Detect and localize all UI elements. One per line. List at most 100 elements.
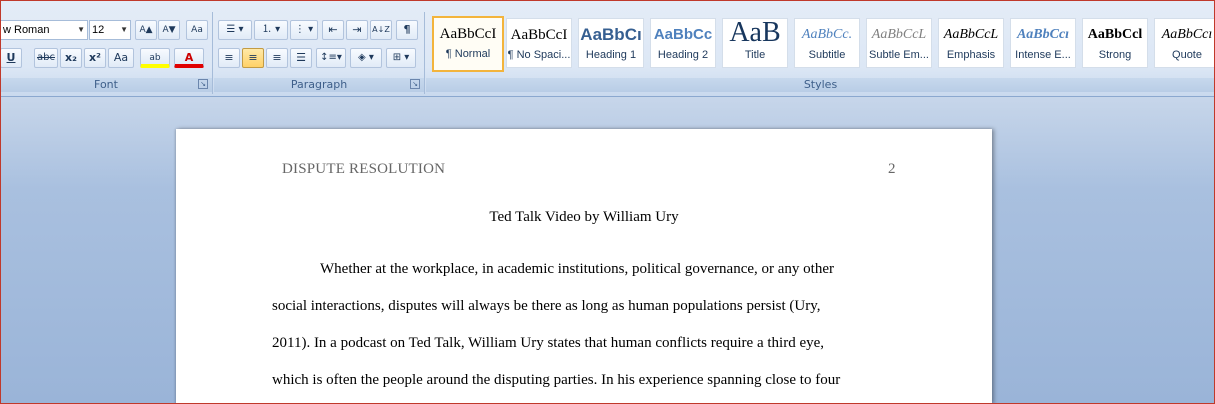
style-name: ¶ Normal — [445, 48, 491, 60]
style-preview: AaBbCcL — [871, 27, 927, 42]
style-preview: AaBbCcı — [1016, 27, 1070, 42]
justify-icon: ☰ — [296, 51, 306, 64]
pilcrow-icon: ¶ — [403, 23, 411, 36]
style-name: Title — [744, 49, 766, 61]
align-right-button[interactable]: ≡ — [266, 48, 288, 68]
superscript-button[interactable]: x² — [84, 48, 106, 68]
paint-bucket-icon: ◈ ▾ — [358, 52, 374, 63]
paragraph-line: which is often the people around the dis… — [272, 372, 841, 388]
sort-button[interactable]: A↓Z — [370, 20, 392, 40]
style-emphasis[interactable]: AaBbCcL Emphasis — [938, 18, 1004, 68]
underline-icon: U — [6, 51, 16, 64]
style-name: Heading 2 — [657, 49, 709, 61]
chevron-down-icon: ▼ — [120, 25, 128, 34]
multilevel-list-button[interactable]: ⋮ ▾ — [290, 20, 318, 40]
font-name-combo[interactable]: w Roman ▼ — [0, 20, 88, 40]
style-subtle-emphasis[interactable]: AaBbCcL Subtle Em... — [866, 18, 932, 68]
style-name: Quote — [1172, 49, 1202, 61]
style-subtitle[interactable]: AaBbCc. Subtitle — [794, 18, 860, 68]
numbering-icon: ⒈ ▾ — [261, 24, 281, 35]
paragraph-line: Whether at the workplace, in academic in… — [320, 261, 834, 277]
styles-group: AaBbCcI ¶ Normal AaBbCcI ¶ No Spaci... A… — [426, 12, 1215, 94]
shading-button[interactable]: ◈ ▾ — [350, 48, 382, 68]
highlighter-icon: ab — [149, 53, 161, 63]
clear-formatting-icon: Aa — [191, 25, 203, 35]
style-name: Heading 1 — [585, 49, 637, 61]
style-preview: AaBbCı — [580, 25, 642, 44]
font-color-button[interactable]: A — [174, 48, 204, 68]
line-spacing-button[interactable]: ↕≡▾ — [316, 48, 346, 68]
style-no-spacing[interactable]: AaBbCcI ¶ No Spaci... — [506, 18, 572, 68]
decrease-indent-icon: ⇤ — [328, 23, 338, 36]
style-preview: AaBbCcL — [943, 27, 999, 42]
paragraph-line: social interactions, disputes will alway… — [272, 298, 821, 314]
grow-font-button[interactable]: A▲ — [135, 20, 157, 40]
strikethrough-button[interactable]: abc — [34, 48, 58, 68]
style-heading-2[interactable]: AaBbCc Heading 2 — [650, 18, 716, 68]
styles-group-label: Styles — [426, 78, 1215, 92]
style-preview: AaBbCcı — [1161, 27, 1213, 42]
dialog-launcher-icon[interactable]: ↘ — [198, 79, 208, 89]
style-name: Emphasis — [946, 49, 996, 61]
clear-formatting-button[interactable]: Aa — [186, 20, 208, 40]
style-preview: AaB — [729, 19, 781, 48]
document-page[interactable]: DISPUTE RESOLUTION 2 Ted Talk Video by W… — [176, 129, 992, 404]
increase-indent-button[interactable]: ⇥ — [346, 20, 368, 40]
style-preview: AaBbCc — [653, 26, 713, 43]
dialog-launcher-icon[interactable]: ↘ — [410, 79, 420, 89]
numbering-button[interactable]: ⒈ ▾ — [254, 20, 288, 40]
style-title[interactable]: AaB Title — [722, 18, 788, 68]
style-intense-emphasis[interactable]: AaBbCcı Intense E... — [1010, 18, 1076, 68]
paragraph-line: 2011). In a podcast on Ted Talk, William… — [272, 335, 825, 351]
style-preview: AaBbCc. — [801, 27, 853, 42]
running-head: DISPUTE RESOLUTION — [282, 161, 446, 177]
align-center-button[interactable]: ≡ — [242, 48, 264, 68]
bullets-button[interactable]: ☰ ▾ — [218, 20, 252, 40]
multilevel-list-icon: ⋮ ▾ — [294, 24, 314, 35]
page-number: 2 — [888, 161, 896, 177]
paragraph-group: ☰ ▾ ⒈ ▾ ⋮ ▾ ⇤ ⇥ A↓Z ¶ ≡ ≡ ≡ ☰ ↕≡▾ ◈ ▾ ⊞ … — [214, 12, 425, 94]
style-name: Subtitle — [808, 49, 846, 61]
style-strong[interactable]: AaBbCcl Strong — [1082, 18, 1148, 68]
font-color-icon: A — [184, 51, 194, 64]
style-heading-1[interactable]: AaBbCı Heading 1 — [578, 18, 644, 68]
style-name: Subtle Em... — [869, 49, 929, 61]
decrease-indent-button[interactable]: ⇤ — [322, 20, 344, 40]
strikethrough-icon: abc — [37, 52, 55, 63]
justify-button[interactable]: ☰ — [290, 48, 312, 68]
sort-icon: A↓Z — [372, 25, 390, 34]
borders-icon: ⊞ ▾ — [392, 52, 410, 63]
ribbon: w Roman ▼ 12 ▼ A▲ A▼ Aa U abc x₂ x² Aa a… — [0, 0, 1215, 97]
document-title: Ted Talk Video by William Ury — [489, 209, 679, 225]
style-preview: AaBbCcl — [1087, 27, 1143, 42]
style-name: Strong — [1098, 49, 1132, 61]
font-size-combo[interactable]: 12 ▼ — [89, 20, 131, 40]
paragraph-group-label: Paragraph ↘ — [214, 78, 424, 92]
change-case-button[interactable]: Aa — [108, 48, 134, 68]
style-name: Intense E... — [1015, 49, 1071, 61]
style-preview: AaBbCcI — [439, 26, 497, 42]
font-group-label: Font ↘ — [0, 78, 212, 92]
grow-font-icon: A▲ — [139, 25, 153, 35]
shrink-font-button[interactable]: A▼ — [158, 20, 180, 40]
superscript-icon: x² — [89, 51, 101, 64]
font-size-value: 12 — [92, 24, 105, 36]
change-case-icon: Aa — [113, 51, 129, 64]
show-formatting-button[interactable]: ¶ — [396, 20, 418, 40]
increase-indent-icon: ⇥ — [352, 23, 362, 36]
style-name: ¶ No Spaci... — [507, 49, 571, 61]
font-group: w Roman ▼ 12 ▼ A▲ A▼ Aa U abc x₂ x² Aa a… — [0, 12, 213, 94]
bullets-icon: ☰ ▾ — [226, 24, 244, 35]
shrink-font-icon: A▼ — [162, 25, 176, 35]
align-right-icon: ≡ — [272, 51, 282, 64]
underline-button[interactable]: U — [0, 48, 22, 68]
borders-button[interactable]: ⊞ ▾ — [386, 48, 416, 68]
style-preview: AaBbCcI — [510, 27, 568, 43]
align-left-icon: ≡ — [224, 51, 234, 64]
subscript-button[interactable]: x₂ — [60, 48, 82, 68]
align-center-icon: ≡ — [248, 51, 258, 64]
style-quote[interactable]: AaBbCcı Quote — [1154, 18, 1215, 68]
style-normal[interactable]: AaBbCcI ¶ Normal — [432, 16, 504, 72]
highlight-button[interactable]: ab — [140, 48, 170, 68]
align-left-button[interactable]: ≡ — [218, 48, 240, 68]
